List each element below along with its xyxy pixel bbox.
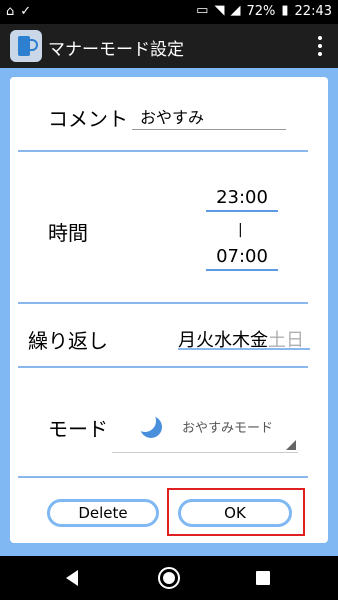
time-separator: | [238, 222, 243, 238]
active-days: 月火水木金 [178, 330, 268, 351]
divider [18, 366, 308, 368]
repeat-label: 繰り返し [28, 329, 108, 353]
home-icon[interactable] [158, 567, 180, 589]
end-time-field[interactable]: 07:00 [206, 246, 278, 271]
divider [18, 150, 308, 152]
dropdown-arrow-icon [286, 440, 296, 450]
mode-value: おやすみモード [182, 421, 274, 436]
page-title: マナーモード設定 [48, 40, 184, 60]
recent-apps-icon[interactable] [256, 571, 270, 585]
mode-dropdown[interactable]: おやすみモード [112, 405, 298, 453]
start-time-field[interactable]: 23:00 [206, 187, 278, 212]
tapcard-icon: ✓ [20, 4, 32, 19]
battery-percent: 72% [246, 3, 276, 19]
wifi-icon: ◥ [214, 3, 225, 18]
overflow-menu-icon[interactable] [316, 36, 324, 56]
comment-label: コメント [48, 107, 128, 131]
comment-input[interactable]: おやすみ [132, 104, 286, 130]
status-bar: ⌂ ✓ ▭ ◥ ◢ 72% ▮ 22:43 [0, 0, 338, 24]
app-bar: マナーモード設定 [0, 24, 338, 68]
mode-label: モード [48, 417, 108, 441]
no-sim-icon: ◢ [230, 3, 241, 18]
status-left-icons: ⌂ ✓ [6, 4, 31, 20]
battery-icon: ▮ [281, 3, 289, 18]
delete-button[interactable]: Delete [47, 499, 159, 527]
divider [18, 476, 308, 478]
divider [18, 302, 308, 304]
cast-icon: ▭ [196, 3, 209, 18]
back-icon[interactable] [66, 570, 78, 586]
navigation-bar [0, 556, 338, 600]
app-notification-icon: ⌂ [6, 4, 15, 19]
manner-mode-app-icon [10, 30, 42, 62]
status-right-icons: ▭ ◥ ◢ 72% ▮ 22:43 [196, 3, 332, 19]
status-time: 22:43 [294, 3, 332, 19]
repeat-days-selector[interactable]: 月火水木金土日 [178, 326, 310, 351]
ok-highlight-frame [167, 488, 305, 536]
settings-card [10, 77, 328, 543]
moon-icon [134, 410, 162, 438]
time-label: 時間 [48, 221, 88, 245]
inactive-days: 土日 [268, 330, 304, 351]
